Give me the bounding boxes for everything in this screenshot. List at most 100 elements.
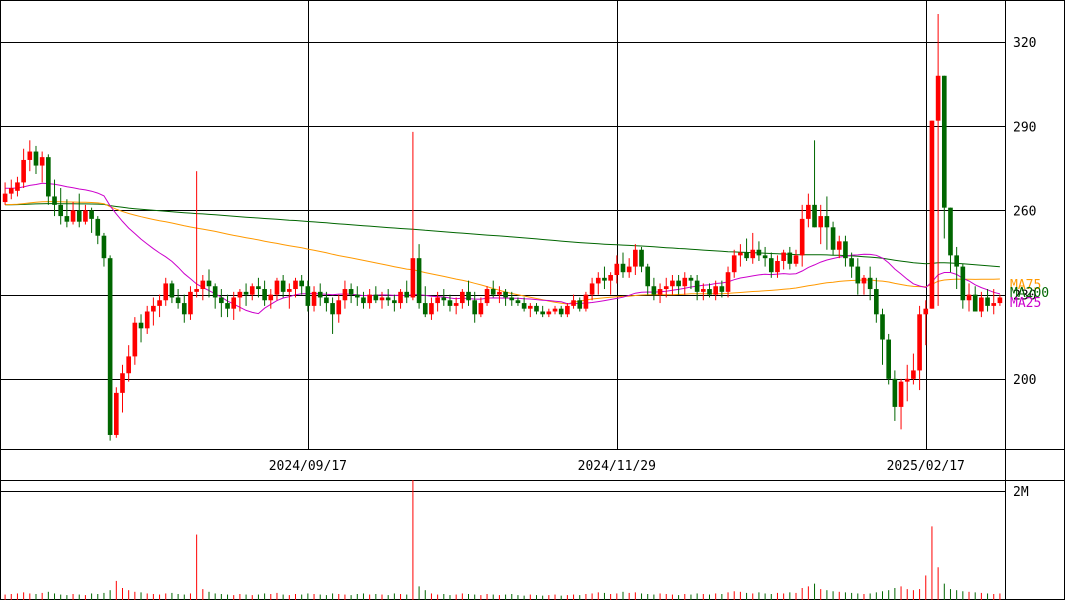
candle [367, 289, 372, 309]
candle-body [324, 297, 329, 304]
candle-body [793, 255, 799, 264]
candle-body [101, 235, 107, 259]
candle-body [385, 297, 391, 301]
candle-body [799, 218, 805, 256]
candle-body [46, 157, 51, 197]
candle [305, 280, 311, 312]
candle-body [262, 289, 267, 301]
candle [781, 249, 786, 270]
candle-body [287, 289, 292, 292]
candle [95, 216, 101, 245]
candle-body [89, 210, 94, 219]
candle [336, 294, 342, 323]
candle [670, 275, 675, 295]
candle [614, 255, 620, 284]
candle [21, 148, 26, 189]
candle-body [966, 294, 972, 301]
candle [633, 244, 638, 276]
candle-body [336, 300, 342, 315]
candle-body [843, 241, 848, 259]
candle-body [120, 373, 125, 393]
candle-body [812, 204, 817, 228]
candle-body [633, 249, 638, 267]
candle-body [317, 291, 323, 298]
candle [521, 297, 527, 312]
candle [429, 297, 434, 320]
candle [657, 283, 663, 304]
candle-body [392, 300, 397, 304]
candle-body [997, 297, 1003, 304]
candle [15, 176, 20, 197]
candle [70, 202, 76, 225]
candle-body [422, 303, 428, 315]
candle-body [917, 314, 922, 371]
candle [144, 305, 150, 334]
candle-body [194, 289, 199, 292]
candle-body [509, 297, 515, 301]
candle-body [8, 188, 14, 194]
candle [744, 238, 749, 261]
candle [373, 286, 379, 304]
candle-body [935, 75, 941, 121]
candle [917, 305, 922, 391]
candle [639, 246, 644, 273]
candle-body [923, 308, 929, 315]
candle [565, 303, 570, 318]
candle [181, 294, 187, 323]
candle [76, 193, 82, 228]
price-tick-label: 260 [1013, 204, 1036, 219]
candle-body [558, 308, 564, 315]
candle [941, 75, 947, 239]
candle-body [27, 151, 33, 160]
candle [738, 244, 743, 267]
candle [311, 286, 317, 312]
candle [583, 291, 589, 312]
candle [8, 179, 14, 200]
candle-body [441, 297, 447, 301]
candle-body [280, 280, 286, 292]
candle [756, 241, 762, 261]
candle [466, 280, 471, 306]
candle-body [886, 339, 892, 379]
candle-body [719, 286, 725, 292]
candle-body [157, 300, 162, 306]
candle [793, 249, 799, 267]
candle-body [929, 120, 935, 309]
candle [855, 258, 861, 295]
candle [2, 182, 8, 205]
candle-body [83, 210, 88, 222]
candle-body [361, 297, 366, 304]
candle-body [979, 297, 984, 312]
candle-body [58, 204, 64, 217]
candle-body [701, 289, 706, 292]
candle-body [602, 277, 607, 281]
candle-body [991, 303, 997, 306]
candle-body [608, 275, 613, 281]
volume-tick-label: 2M [1013, 485, 1029, 500]
candle [113, 387, 119, 438]
candle-body [806, 204, 811, 219]
candle-body [490, 289, 496, 295]
candle-body [367, 294, 372, 304]
candle-body [188, 291, 193, 315]
candle-body [2, 193, 8, 203]
candle [280, 275, 286, 298]
candle [175, 289, 181, 309]
candle [157, 294, 162, 318]
candle [892, 370, 898, 421]
candle-body [534, 305, 539, 312]
candle [33, 145, 39, 174]
candle [317, 283, 323, 306]
candle [274, 277, 280, 301]
candle [163, 277, 169, 306]
candle-body [904, 378, 910, 382]
candle [886, 333, 892, 385]
candle [960, 263, 966, 309]
candle [552, 305, 558, 315]
candle-body [738, 252, 743, 256]
candle [608, 272, 613, 295]
candle-body [707, 289, 712, 295]
candle [497, 286, 502, 304]
candle-body [663, 286, 669, 290]
candle-body [447, 300, 453, 306]
